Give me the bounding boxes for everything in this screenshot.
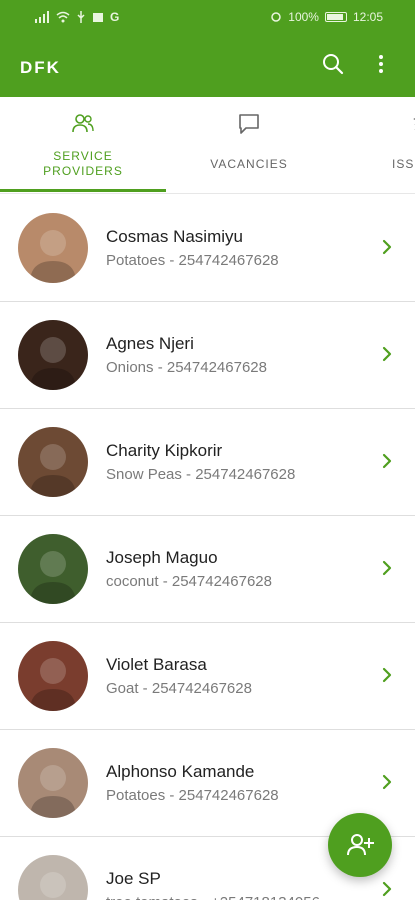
search-icon (323, 54, 344, 75)
tab-label-line: SERVICE PROVIDERS (43, 149, 123, 178)
provider-name: Charity Kipkorir (106, 441, 223, 460)
provider-detail: Potatoes - 254742467628 (106, 252, 279, 269)
tab-label-vacancies: VACANCIES (210, 157, 288, 171)
vibrate-icon (271, 12, 282, 22)
clock: 12:05 (352, 10, 383, 24)
provider-name: Joseph Maguo (106, 548, 218, 567)
signal-icon (35, 11, 49, 23)
chevron-right-icon[interactable] (379, 556, 395, 580)
provider-row[interactable]: Agnes Njeri Onions - 254742467628 (0, 302, 415, 409)
provider-row[interactable]: Joseph Maguo coconut - 254742467628 (0, 516, 415, 623)
provider-detail: tree tomatoes - +254718134056 (106, 894, 320, 900)
active-tab-indicator (0, 189, 166, 192)
tab-label-service-providers: SERVICE PROVIDERS (0, 149, 166, 179)
avatar (18, 320, 88, 390)
google-icon: G (110, 10, 120, 24)
avatar (18, 641, 88, 711)
provider-name: Agnes Njeri (106, 334, 194, 353)
status-bar: G 100% 12:05 (0, 0, 415, 34)
avatar (18, 534, 88, 604)
provider-name: Violet Barasa (106, 655, 207, 674)
more-vert-icon (379, 55, 383, 73)
tab-service-providers[interactable]: SERVICE PROVIDERS (0, 97, 166, 194)
chevron-right-icon[interactable] (379, 235, 395, 259)
chevron-right-icon[interactable] (379, 877, 395, 900)
tab-label-issues: ISS (392, 157, 415, 171)
chevron-right-icon[interactable] (379, 663, 395, 687)
provider-name: Cosmas Nasimiyu (106, 227, 243, 246)
provider-detail: coconut - 254742467628 (106, 573, 272, 590)
tab-vacancies[interactable]: VACANCIES (166, 97, 332, 194)
status-left-icons: G (34, 10, 119, 24)
provider-detail: Snow Peas - 254742467628 (106, 466, 296, 483)
provider-detail: Goat - 254742467628 (106, 680, 252, 697)
provider-name: Joe SP (106, 869, 161, 888)
provider-row[interactable]: Charity Kipkorir Snow Peas - 254742467628 (0, 409, 415, 516)
provider-row[interactable]: Cosmas Nasimiyu Potatoes - 254742467628 (0, 195, 415, 302)
tab-bar: SERVICE PROVIDERS VACANCIES ISS (0, 97, 415, 194)
avatar (18, 748, 88, 818)
avatar (18, 213, 88, 283)
search-button[interactable] (321, 52, 345, 76)
avatar (18, 855, 88, 900)
status-right: 100% 12:05 (270, 10, 383, 24)
app-bar: G 100% 12:05 DFK (0, 0, 415, 97)
tab-issues[interactable]: ISS (372, 97, 415, 194)
chat-icon (239, 114, 259, 134)
provider-detail: Potatoes - 254742467628 (106, 787, 279, 804)
avatar (18, 427, 88, 497)
app-title: DFK (20, 58, 61, 77)
usb-icon (77, 11, 85, 23)
add-provider-button[interactable] (328, 813, 392, 877)
top-actions (321, 52, 393, 76)
chevron-right-icon[interactable] (379, 449, 395, 473)
provider-list: Cosmas Nasimiyu Potatoes - 254742467628 Ag… (0, 195, 415, 900)
provider-name: Alphonso Kamande (106, 762, 255, 781)
add-person-icon (347, 834, 374, 856)
battery-icon (324, 12, 347, 22)
battery-percent: 100% (288, 10, 319, 24)
people-icon (72, 114, 94, 133)
overflow-menu-button[interactable] (369, 52, 393, 76)
provider-row[interactable]: Violet Barasa Goat - 254742467628 (0, 623, 415, 730)
wifi-icon (56, 11, 70, 23)
sd-icon (93, 13, 103, 22)
chevron-right-icon[interactable] (379, 770, 395, 794)
chevron-right-icon[interactable] (379, 342, 395, 366)
provider-detail: Onions - 254742467628 (106, 359, 267, 376)
